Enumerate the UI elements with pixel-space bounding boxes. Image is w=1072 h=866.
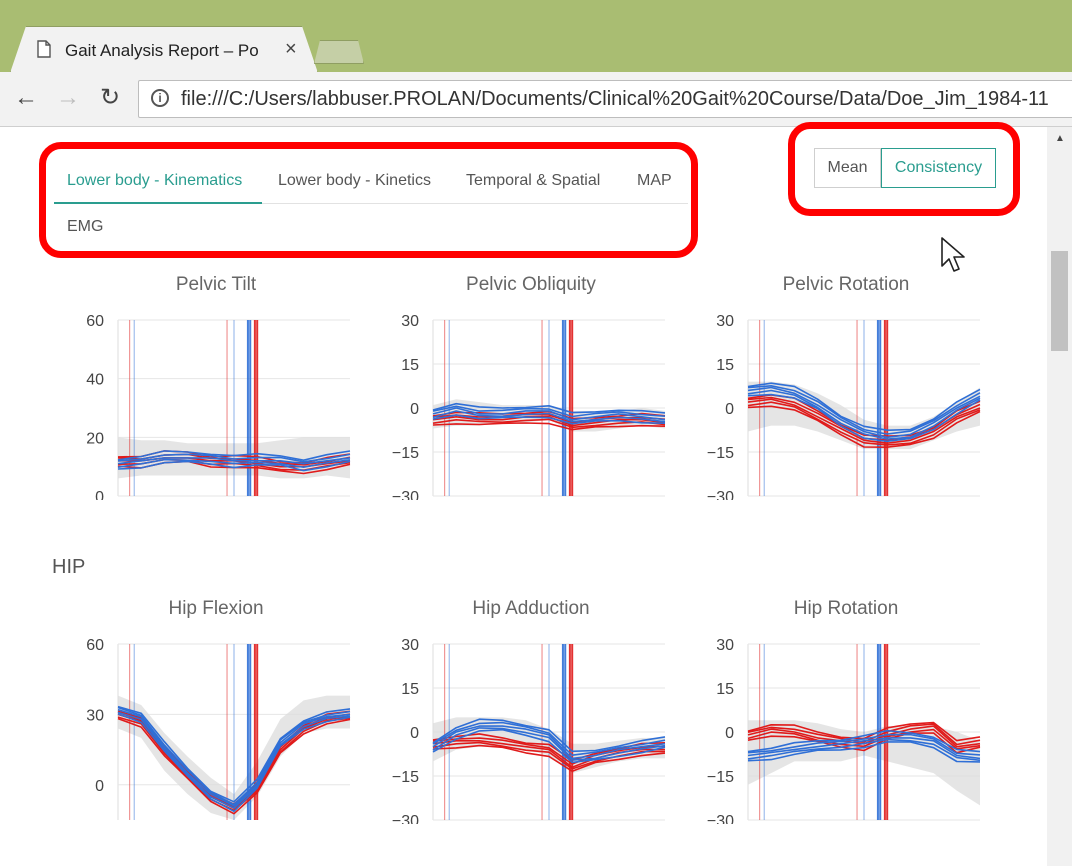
scrollbar-thumb[interactable]	[1051, 251, 1068, 351]
y-tick-label: 0	[725, 401, 734, 418]
y-tick-label: −15	[392, 445, 419, 462]
section-title-hip: HIP	[52, 556, 86, 578]
y-tick-label: −30	[392, 489, 419, 500]
y-tick-label: −15	[707, 445, 734, 462]
y-tick-label: −15	[707, 769, 734, 786]
y-tick-label: −30	[707, 489, 734, 500]
y-tick-label: 30	[716, 637, 734, 654]
chart-title: Hip Flexion	[168, 598, 263, 619]
chart-hip-adduction: Hip Adduction 30 15 0 −15 −30	[392, 598, 666, 824]
address-url: file:///C:/Users/labbuser.PROLAN/Documen…	[181, 88, 1049, 110]
y-tick-label: −30	[707, 813, 734, 824]
chart-title: Hip Adduction	[472, 598, 589, 619]
chart-pelvic-rotation: Pelvic Rotation 30 15 0 −15 −30	[707, 274, 981, 500]
y-tick-label: 0	[95, 778, 104, 795]
y-tick-label: −30	[392, 813, 419, 824]
browser-tab-title: Gait Analysis Report – Po	[65, 41, 259, 60]
y-tick-label: 20	[86, 430, 104, 447]
y-tick-label: 30	[716, 313, 734, 330]
chart-pelvic-obliquity: Pelvic Obliquity 30 15 0 −15 −30	[392, 274, 666, 500]
chart-pelvic-tilt: Pelvic Tilt 60 40 20 0	[86, 274, 351, 500]
y-tick-label: 30	[401, 313, 419, 330]
chart-title: Hip Rotation	[794, 598, 899, 619]
y-tick-label: 15	[401, 357, 419, 374]
y-tick-label: −15	[392, 769, 419, 786]
y-tick-label: 30	[401, 637, 419, 654]
document-icon	[37, 40, 51, 58]
annotation-outline-toggle	[788, 122, 1020, 216]
page-scrollbar[interactable]: ▲	[1047, 127, 1072, 866]
browser-toolbar: ← → ↻ i file:///C:/Users/labbuser.PROLAN…	[0, 72, 1072, 127]
chart-title: Pelvic Tilt	[176, 274, 257, 295]
browser-tab-active[interactable]: Gait Analysis Report – Po ×	[10, 26, 318, 73]
chart-hip-flexion: Hip Flexion 60 30 0	[86, 598, 351, 820]
annotation-outline-tabs	[39, 142, 698, 258]
chart-title: Pelvic Rotation	[783, 274, 910, 295]
y-tick-label: 40	[86, 372, 104, 389]
y-tick-label: 0	[410, 725, 419, 742]
address-bar[interactable]: i file:///C:/Users/labbuser.PROLAN/Docum…	[138, 80, 1072, 118]
y-tick-label: 15	[401, 681, 419, 698]
y-tick-label: 0	[95, 489, 104, 500]
y-tick-label: 60	[86, 637, 104, 654]
forward-arrow-icon[interactable]: →	[54, 84, 82, 112]
reload-icon[interactable]: ↻	[96, 84, 124, 112]
chart-hip-rotation: Hip Rotation 30 15 0 −15 −30	[707, 598, 981, 824]
browser-title-bar: Gait Analysis Report – Po ×	[0, 0, 1072, 72]
back-arrow-icon[interactable]: ←	[12, 84, 40, 112]
scroll-up-arrow-icon[interactable]: ▲	[1055, 133, 1065, 144]
info-icon[interactable]: i	[151, 89, 169, 107]
y-tick-label: 0	[725, 725, 734, 742]
y-tick-label: 0	[410, 401, 419, 418]
y-tick-label: 15	[716, 681, 734, 698]
y-tick-label: 60	[86, 313, 104, 330]
y-tick-label: 30	[86, 707, 104, 724]
new-tab-button[interactable]	[314, 40, 364, 64]
y-tick-label: 15	[716, 357, 734, 374]
close-tab-icon[interactable]: ×	[285, 39, 297, 59]
chart-title: Pelvic Obliquity	[466, 274, 596, 295]
